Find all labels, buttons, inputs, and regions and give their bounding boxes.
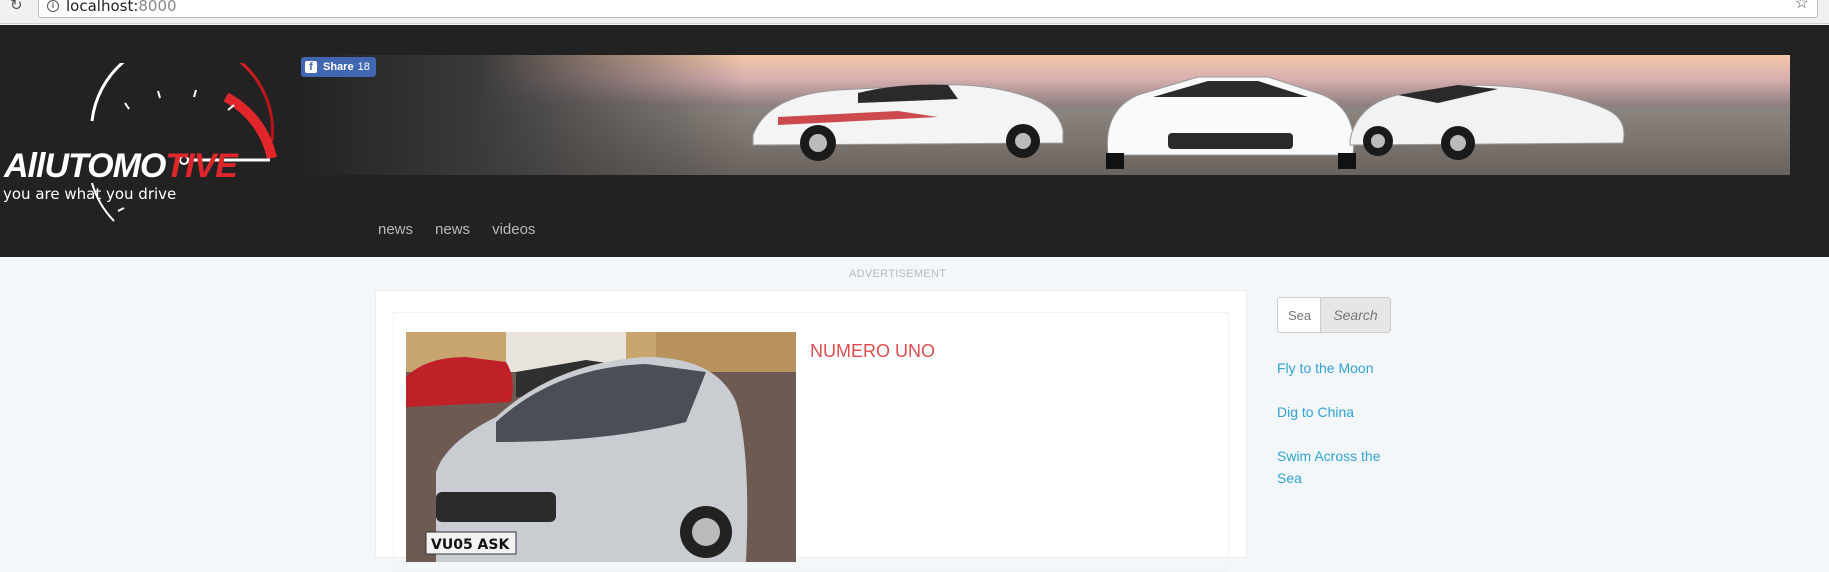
facebook-icon: f — [305, 61, 317, 73]
facebook-share-button[interactable]: f Share 18 — [301, 57, 376, 77]
logo-tagline: you are what you drive — [3, 185, 177, 203]
url-text: localhost:8000 — [66, 0, 177, 15]
search-input[interactable] — [1277, 297, 1321, 333]
post-thumbnail[interactable]: VU05 ASK — [406, 332, 796, 562]
bookmark-star-icon[interactable]: ☆ — [1795, 0, 1809, 13]
logo-wordmark: AllUTOMOTIVE — [4, 147, 238, 185]
info-icon[interactable]: i — [47, 0, 59, 12]
sidebar-link-fly-to-the-moon[interactable]: Fly to the Moon — [1277, 357, 1402, 379]
advertisement-label: ADVERTISEMENT — [849, 268, 947, 280]
post-title[interactable]: NUMERO UNO — [810, 341, 935, 362]
svg-text:VU05 ASK: VU05 ASK — [431, 537, 510, 553]
search-form: Search — [1277, 297, 1391, 333]
search-button[interactable]: Search — [1320, 297, 1391, 333]
site-header: AllUTOMOTIVE you are what you drive f Sh… — [0, 25, 1829, 257]
main-content: VU05 ASK NUMERO UNO — [375, 290, 1247, 572]
sidebar-link-dig-to-china[interactable]: Dig to China — [1277, 401, 1402, 423]
browser-toolbar: ↻ i localhost:8000 ☆ — [0, 0, 1829, 24]
nav-item-news[interactable]: news — [378, 221, 413, 238]
address-bar[interactable]: i localhost:8000 ☆ — [38, 0, 1818, 18]
nav-item-videos[interactable]: videos — [492, 221, 535, 238]
main-nav: news news videos — [378, 221, 557, 245]
nav-item-news-2[interactable]: news — [435, 221, 470, 238]
sidebar-link-swim-across-the-sea[interactable]: Swim Across the Sea — [1277, 445, 1402, 489]
reload-icon[interactable]: ↻ — [10, 0, 30, 16]
header-banner-image — [298, 55, 1790, 175]
site-logo[interactable]: AllUTOMOTIVE you are what you drive — [0, 63, 280, 233]
sidebar: Search Fly to the Moon Dig to China Swim… — [1277, 297, 1402, 489]
